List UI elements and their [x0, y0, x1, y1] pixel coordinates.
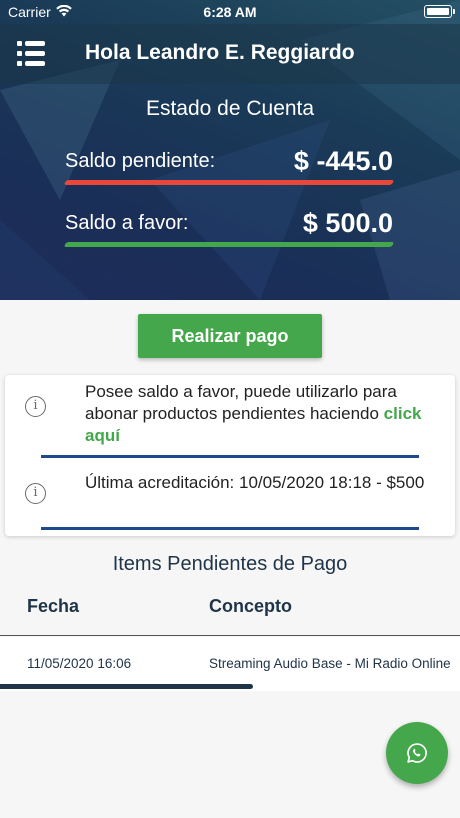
horizontal-scrollbar-thumb[interactable]: [0, 684, 253, 689]
nav-bar: Hola Leandro E. Reggiardo: [0, 24, 460, 84]
info-text: Posee saldo a favor, puede utilizarlo pa…: [85, 381, 435, 447]
column-header-fecha: Fecha: [27, 596, 80, 616]
divider: [41, 527, 419, 530]
credit-balance-amount: $ 500.0: [302, 208, 393, 238]
pending-balance-label: Saldo pendiente:: [65, 150, 216, 172]
pending-items-title: Items Pendientes de Pago: [112, 553, 348, 575]
row-fecha: 11/05/2020 16:06: [27, 656, 132, 671]
table-header: Fecha Concepto: [0, 590, 460, 636]
credit-underline: [63, 242, 395, 247]
info-item-last-credit: i Última acreditación: 10/05/2020 18:18 …: [5, 461, 455, 536]
info-card: i Posee saldo a favor, puede utilizarlo …: [5, 375, 455, 536]
battery-icon: [424, 5, 455, 18]
column-header-concepto: Concepto: [209, 596, 292, 616]
list-menu-icon[interactable]: [17, 41, 45, 67]
greeting-title: Hola Leandro E. Reggiardo: [85, 41, 355, 64]
clock: 6:28 AM: [203, 4, 257, 20]
pending-balance-amount: $ -445.0: [293, 146, 393, 176]
whatsapp-icon: [407, 743, 427, 763]
last-credit-text: Última acreditación: 10/05/2020 18:18 - …: [85, 473, 425, 492]
pending-underline: [63, 180, 395, 185]
account-title: Estado de Cuenta: [145, 97, 315, 120]
whatsapp-button[interactable]: [386, 722, 448, 784]
status-bar: Carrier 6:28 AM: [0, 0, 460, 24]
credit-balance-row: Saldo a favor: $ 500.0: [63, 208, 395, 250]
pending-balance-row: Saldo pendiente: $ -445.0: [63, 146, 395, 188]
info-item-credit: i Posee saldo a favor, puede utilizarlo …: [5, 375, 455, 461]
row-concepto: Streaming Audio Base - Mi Radio Online: [209, 656, 451, 671]
info-circle-icon: i: [25, 396, 46, 417]
make-payment-button[interactable]: Realizar pago: [138, 314, 322, 358]
credit-balance-label: Saldo a favor:: [65, 212, 189, 234]
info-text-body: Posee saldo a favor, puede utilizarlo pa…: [85, 382, 397, 423]
info-circle-icon: i: [25, 483, 46, 504]
table-row[interactable]: 11/05/2020 16:06 Streaming Audio Base - …: [0, 637, 460, 691]
divider: [41, 455, 419, 458]
